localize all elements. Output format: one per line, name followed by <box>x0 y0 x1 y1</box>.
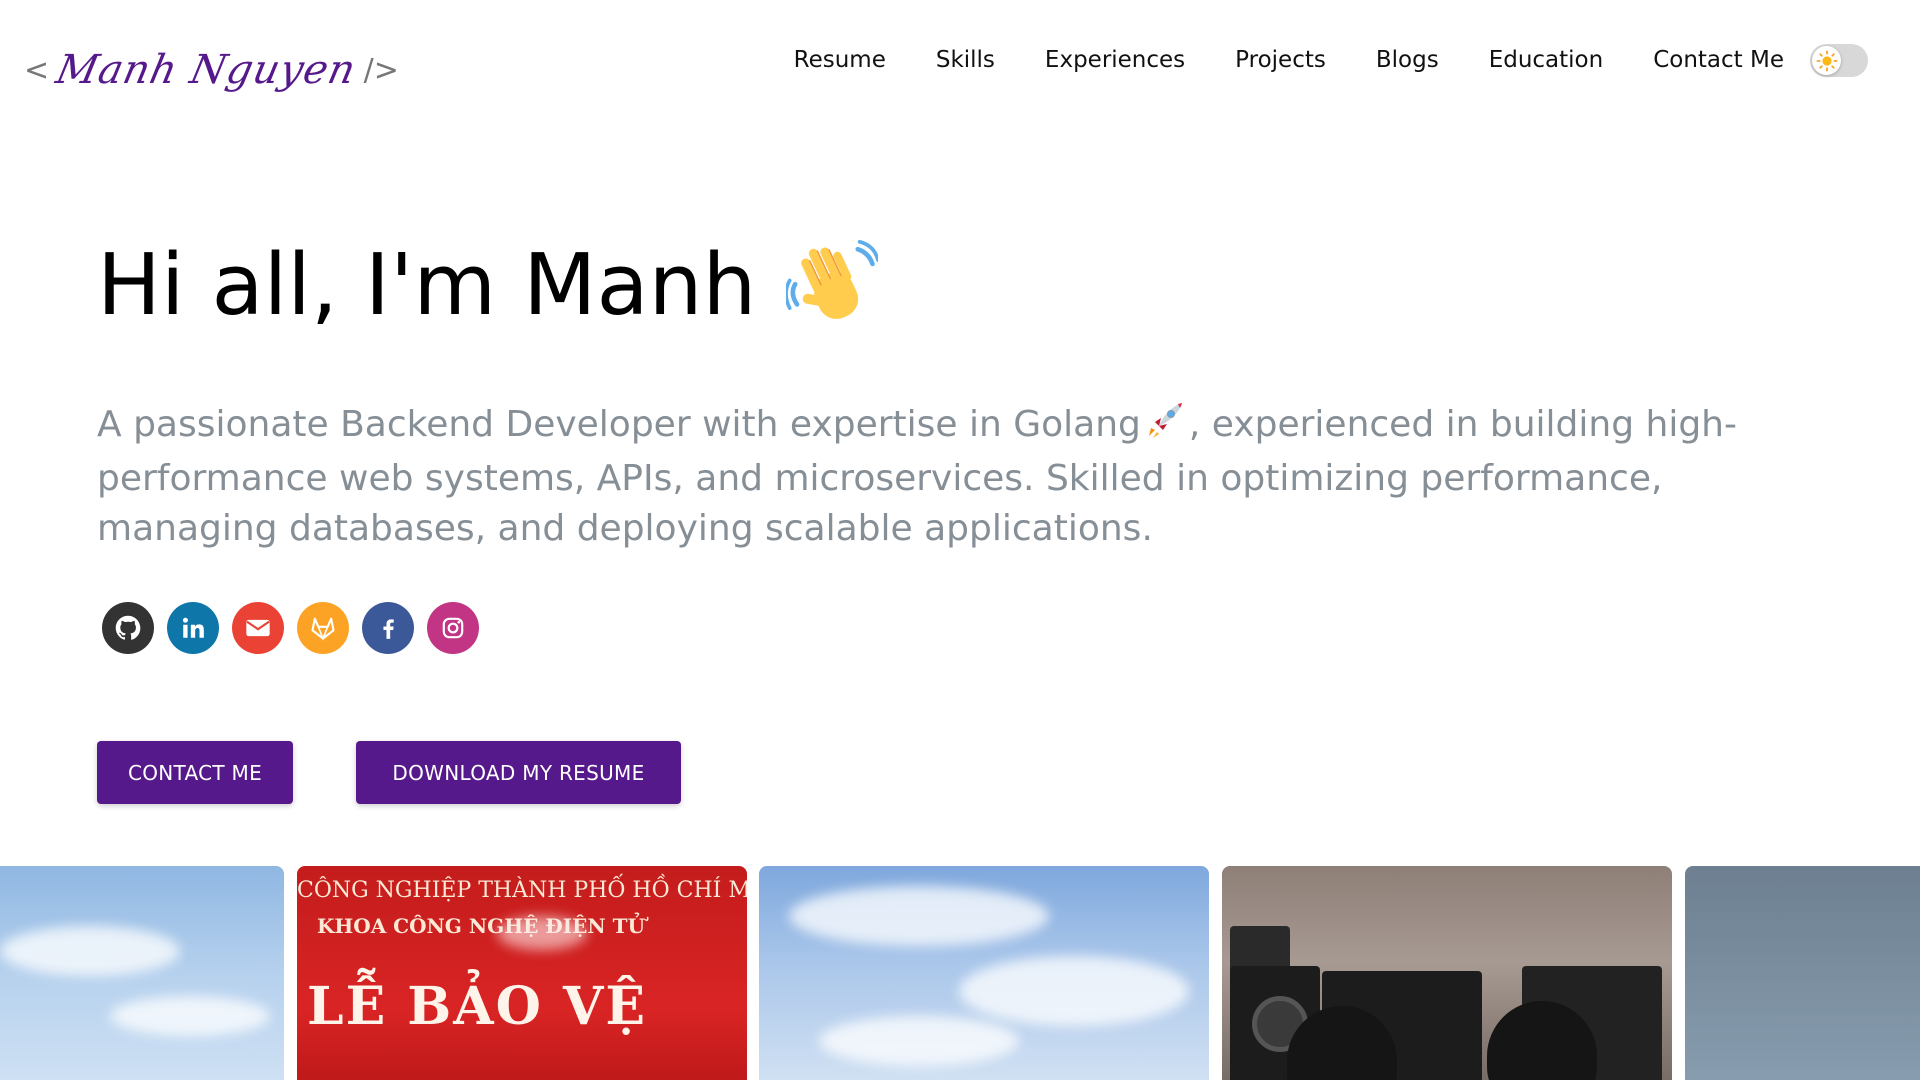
gitlab-button[interactable] <box>297 602 349 654</box>
nav-item-projects[interactable]: Projects <box>1235 47 1326 73</box>
photo-defense-ceremony: CÔNG NGHIỆP THÀNH PHỐ HỒ CHÍ MINH KHOA C… <box>297 866 747 1080</box>
photo-sky-1 <box>0 866 284 1080</box>
subtitle-text-1: A passionate Backend Developer with expe… <box>97 404 1141 445</box>
instagram-icon <box>442 617 464 639</box>
main-nav: Resume Skills Experiences Projects Blogs… <box>794 38 1784 82</box>
gitlab-icon <box>311 617 335 641</box>
theme-toggle[interactable] <box>1810 44 1868 77</box>
nav-item-blogs[interactable]: Blogs <box>1376 47 1439 73</box>
social-links <box>102 602 479 654</box>
envelope-icon <box>246 619 270 637</box>
greeting-text: Hi all, I'm Manh <box>97 236 757 335</box>
photo-landscape <box>1685 866 1920 1080</box>
download-resume-button[interactable]: DOWNLOAD MY RESUME <box>356 741 681 804</box>
instagram-button[interactable] <box>427 602 479 654</box>
facebook-button[interactable] <box>362 602 414 654</box>
waving-hand-icon <box>786 240 879 319</box>
nav-item-skills[interactable]: Skills <box>936 47 995 73</box>
photo-sky-2 <box>759 866 1209 1080</box>
rocket-icon <box>1145 400 1185 454</box>
github-button[interactable] <box>102 602 154 654</box>
nav-item-contact-me[interactable]: Contact Me <box>1653 47 1784 73</box>
linkedin-icon <box>182 617 204 638</box>
hero-subtitle: A passionate Backend Developer with expe… <box>97 400 1817 554</box>
nav-item-experiences[interactable]: Experiences <box>1045 47 1185 73</box>
logo[interactable]: < Manh Nguyen /> <box>24 30 399 110</box>
email-button[interactable] <box>232 602 284 654</box>
sun-icon <box>1815 49 1838 72</box>
photo-studio <box>1222 866 1672 1080</box>
github-icon <box>115 615 141 640</box>
nav-item-education[interactable]: Education <box>1489 47 1604 73</box>
toggle-knob <box>1812 46 1841 75</box>
photo-carousel: CÔNG NGHIỆP THÀNH PHỐ HỒ CHÍ MINH KHOA C… <box>0 866 1920 1080</box>
nav-item-resume[interactable]: Resume <box>794 47 886 73</box>
facebook-icon <box>383 619 394 639</box>
greeting-heading: Hi all, I'm Manh <box>97 236 879 336</box>
banner-line-3: LỄ BẢO VỆ <box>307 976 647 1037</box>
logo-signature: Manh Nguyen <box>52 47 361 93</box>
banner-line-1: CÔNG NGHIỆP THÀNH PHỐ HỒ CHÍ MINH <box>297 878 747 903</box>
logo-close-bracket: /> <box>363 52 399 88</box>
linkedin-button[interactable] <box>167 602 219 654</box>
contact-me-button[interactable]: CONTACT ME <box>97 741 293 804</box>
logo-open-bracket: < <box>24 52 50 88</box>
banner-line-2: KHOA CÔNG NGHỆ ĐIỆN TỬ <box>317 914 645 938</box>
